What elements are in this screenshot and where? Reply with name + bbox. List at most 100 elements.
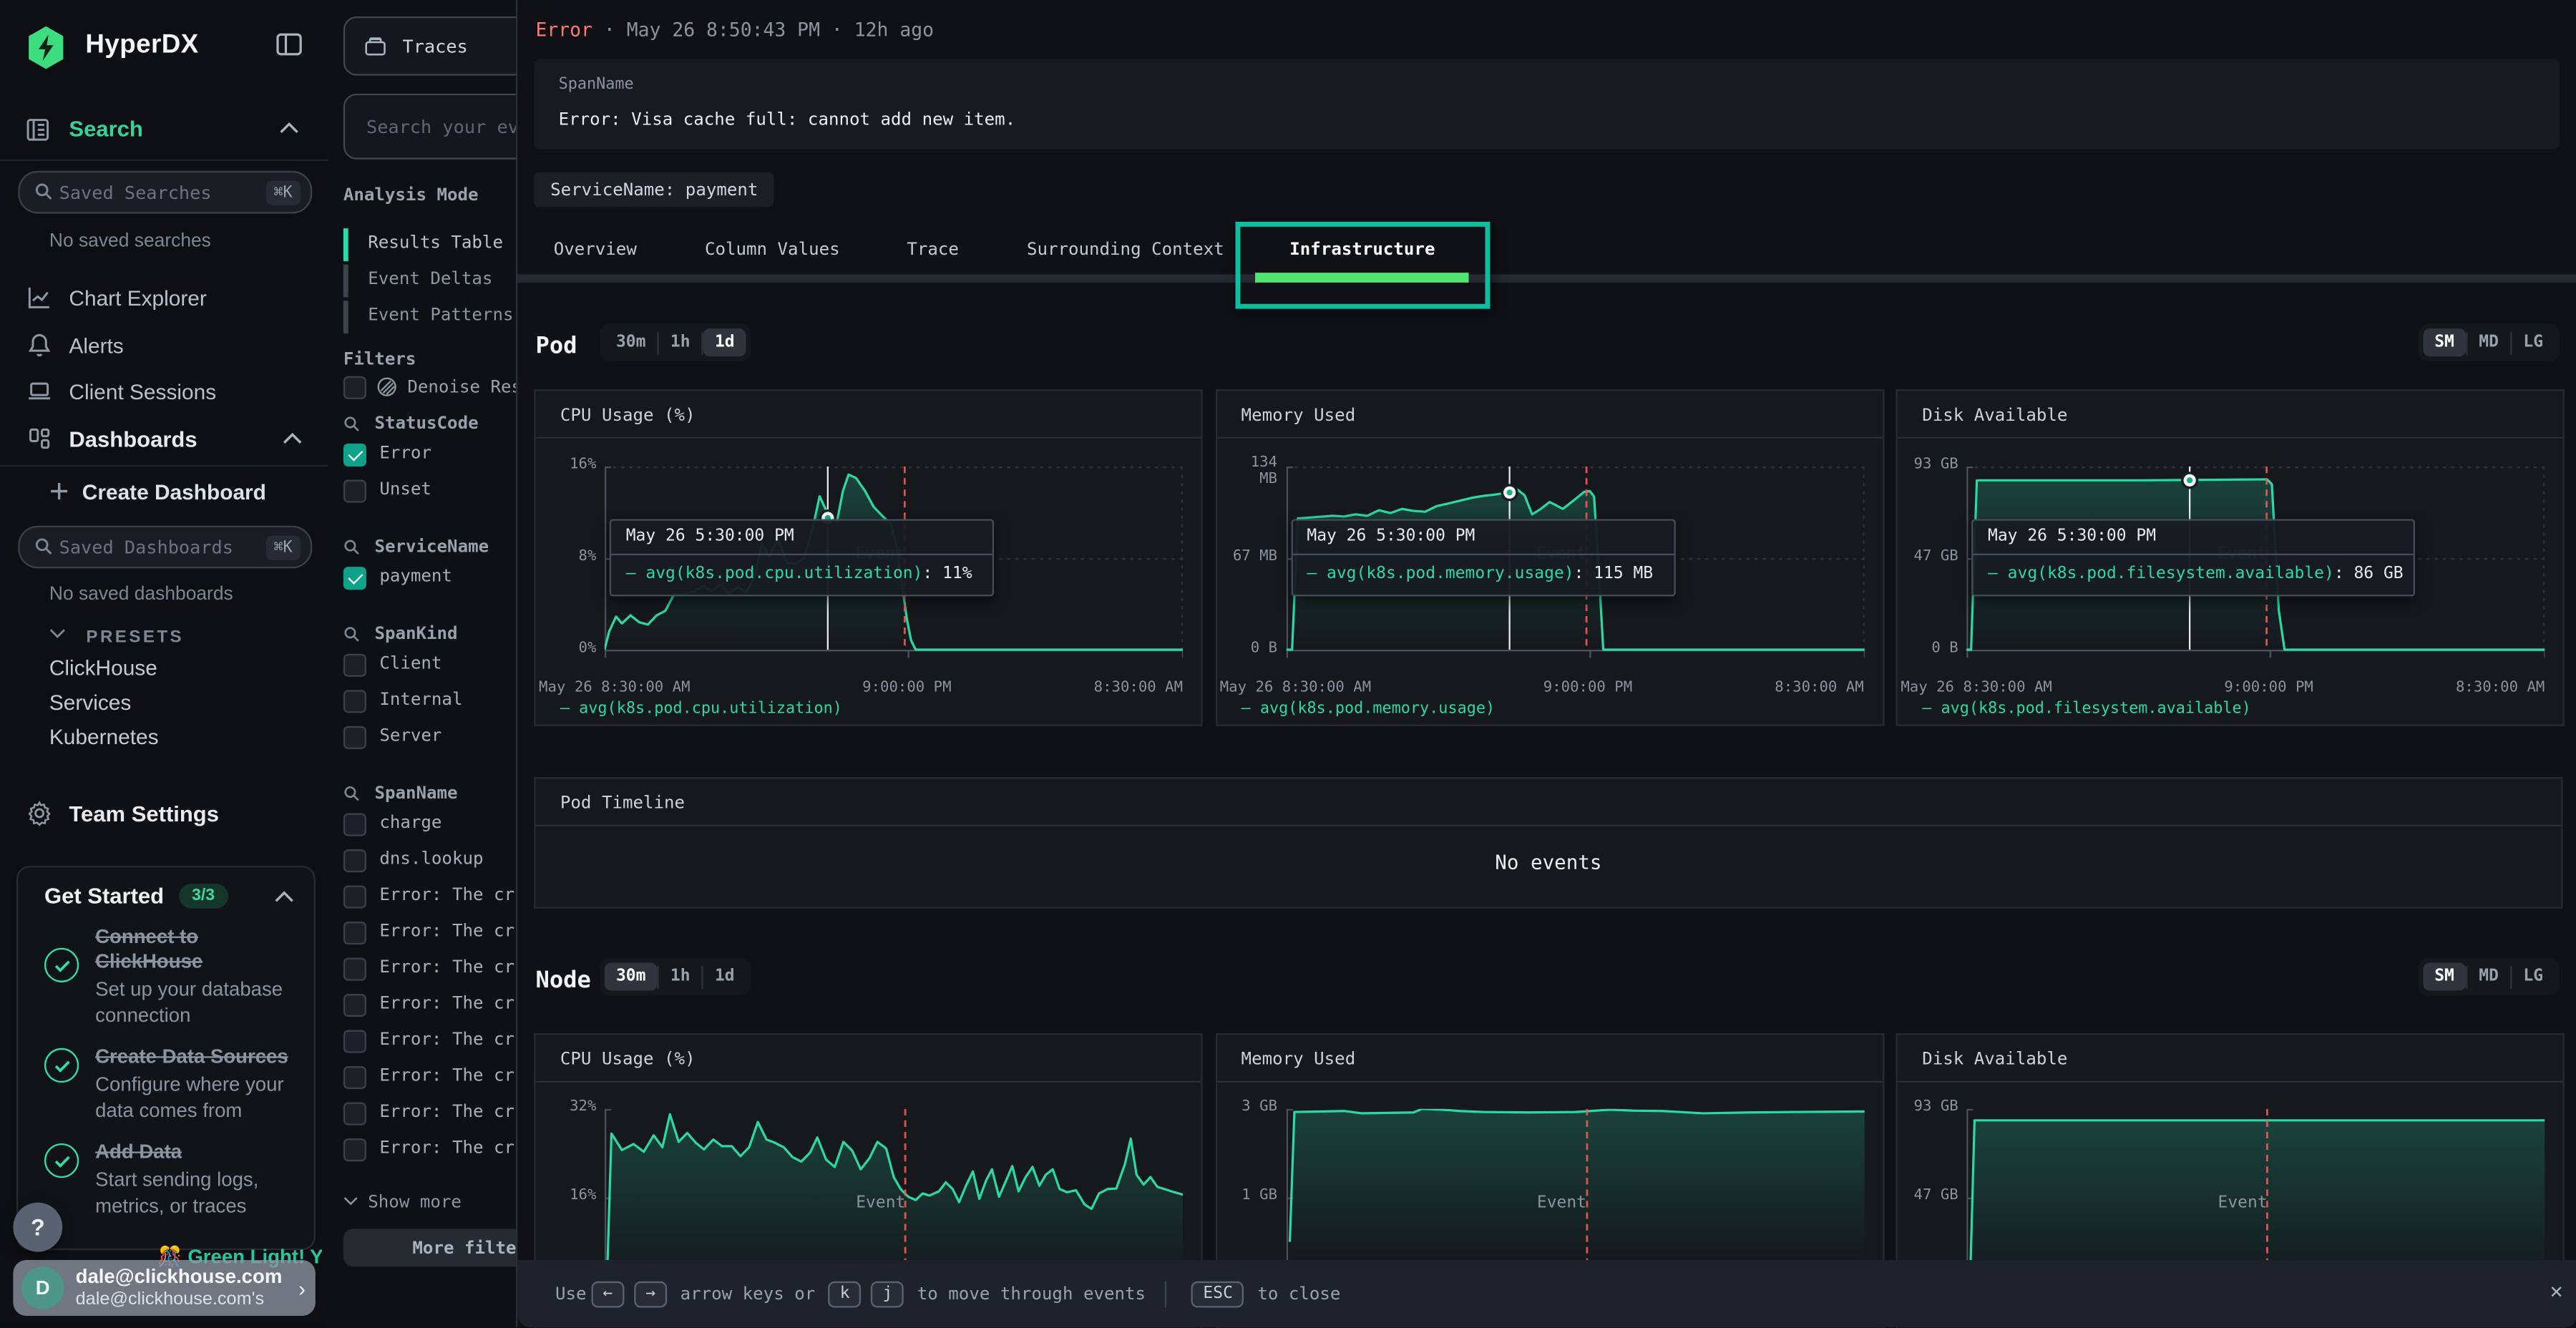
filter-checkbox-dns-lookup[interactable] [343, 849, 366, 872]
filter-checkbox-error-the-cr[interactable] [343, 885, 366, 908]
filter-option-label[interactable]: Error [379, 444, 431, 464]
filter-option-label[interactable]: Error: The cr [379, 994, 514, 1014]
trace-detail-drawer: Error · May 26 8:50:43 PM · 12h ago Span… [516, 0, 2576, 1327]
tab-surrounding-context[interactable]: Surrounding Context [1027, 240, 1224, 260]
analysis-mode-event-deltas[interactable]: Event Deltas [368, 270, 492, 290]
user-menu[interactable]: D dale@clickhouse.com dale@clickhouse.co… [13, 1260, 315, 1316]
filter-option-label[interactable]: Unset [379, 479, 431, 499]
pod-size-lg[interactable]: LG [2512, 328, 2555, 356]
filter-checkbox-client[interactable] [343, 654, 366, 677]
node-range-1h[interactable]: 1h [659, 962, 702, 990]
j-key: j [871, 1281, 904, 1307]
pod-size-sm[interactable]: SM [2423, 328, 2466, 356]
filter-option-label[interactable]: Error: The cr [379, 1066, 514, 1086]
service-name-chip[interactable]: ServiceName: payment [534, 172, 774, 207]
filter-option-label[interactable]: Internal [379, 690, 462, 710]
filter-checkbox-charge[interactable] [343, 813, 366, 836]
node-disk-plot[interactable] [1966, 1109, 2545, 1262]
k-key: k [829, 1281, 862, 1307]
node-range-1d[interactable]: 1d [703, 962, 746, 990]
sidebar-item-dashboards[interactable]: Dashboards [0, 419, 328, 458]
pod-range-30m[interactable]: 30m [605, 328, 658, 356]
node-size-md[interactable]: MD [2467, 962, 2510, 990]
filter-option-label[interactable]: Client [379, 654, 441, 674]
chart-title: Memory Used [1241, 406, 1356, 426]
filter-checkbox-error-the-cr[interactable] [343, 958, 366, 981]
get-started-item[interactable]: Create Data SourcesConfigure where your … [44, 1045, 291, 1125]
filter-group-header[interactable]: SpanKind [343, 624, 458, 644]
filter-checkbox-payment[interactable] [343, 567, 366, 590]
tab-trace[interactable]: Trace [907, 240, 959, 260]
denoise-checkbox[interactable] [343, 376, 366, 399]
node-cpu-plot[interactable] [605, 1109, 1183, 1262]
saved-dashboards-input[interactable]: Saved Dashboards ⌘K [18, 526, 312, 569]
node-size-lg[interactable]: LG [2512, 962, 2555, 990]
node-memory-plot[interactable] [1286, 1109, 1864, 1262]
preset-clickhouse[interactable]: ClickHouse [49, 655, 157, 680]
y-axis-tick: 16% [535, 1189, 596, 1206]
chevron-up-icon[interactable] [279, 122, 299, 135]
filter-group-header[interactable]: StatusCode [343, 414, 479, 434]
close-drawer-button[interactable]: ✕ [2550, 1280, 2563, 1304]
filter-checkbox-error-the-cr[interactable] [343, 922, 366, 944]
pod-range-1d[interactable]: 1d [703, 328, 746, 356]
no-saved-searches-text: No saved searches [49, 232, 211, 252]
filter-option-label[interactable]: Error: The cr [379, 1030, 514, 1050]
get-started-header[interactable]: Get Started 3/3 [44, 884, 314, 908]
filter-option-label[interactable]: Error: The cr [379, 1138, 514, 1158]
sidebar-item-search[interactable]: Search [69, 117, 142, 141]
node-size-sm[interactable]: SM [2423, 962, 2466, 990]
create-dashboard-button[interactable]: Create Dashboard [0, 478, 328, 504]
sidebar-item-chart-explorer[interactable]: Chart Explorer [0, 278, 328, 317]
trace-timestamp: May 26 8:50:43 PM [627, 18, 820, 41]
tab-overview[interactable]: Overview [554, 240, 637, 260]
collapse-sidebar-icon[interactable] [274, 29, 303, 59]
filter-option-label[interactable]: Error: The cr [379, 922, 514, 942]
filter-option-label[interactable]: Error: The cr [379, 958, 514, 978]
pod-range-1h[interactable]: 1h [659, 328, 702, 356]
analysis-mode-event-patterns[interactable]: Event Patterns [368, 306, 513, 326]
sidebar-item-team-settings[interactable]: Team Settings [0, 794, 328, 833]
pod-section-title: Pod [535, 333, 577, 360]
filter-checkbox-error-the-cr[interactable] [343, 1030, 366, 1053]
filter-checkbox-error-the-cr[interactable] [343, 1103, 366, 1126]
filter-option-label[interactable]: dns.lookup [379, 849, 483, 869]
preset-services[interactable]: Services [49, 690, 131, 714]
sidebar-item-label: Dashboards [69, 426, 197, 451]
analysis-mode-results-table[interactable]: Results Table [368, 233, 503, 253]
presets-toggle[interactable]: PRESETS [49, 621, 184, 650]
filter-option-label[interactable]: payment [379, 567, 452, 587]
filter-checkbox-unset[interactable] [343, 479, 366, 502]
filter-option-label[interactable]: Error: The cr [379, 1103, 514, 1123]
check-circle-icon [44, 948, 79, 982]
filter-checkbox-error-the-cr[interactable] [343, 1066, 366, 1089]
get-started-item[interactable]: Add DataStart sending logs, metrics, or … [44, 1141, 291, 1220]
pod-size-md[interactable]: MD [2467, 328, 2510, 356]
search-icon [343, 626, 360, 643]
filter-group-header[interactable]: SpanName [343, 783, 458, 804]
node-range-30m[interactable]: 30m [605, 962, 658, 990]
filter-checkbox-internal[interactable] [343, 690, 366, 713]
filter-option-label[interactable]: Server [379, 726, 441, 746]
filter-checkbox-error[interactable] [343, 444, 366, 467]
status-badge: Error [535, 18, 592, 41]
filter-group-header[interactable]: ServiceName [343, 537, 489, 557]
help-button[interactable]: ? [13, 1203, 62, 1252]
more-filters-button[interactable]: More filters [343, 1229, 516, 1266]
filter-checkbox-error-the-cr[interactable] [343, 1138, 366, 1161]
filter-checkbox-server[interactable] [343, 726, 366, 749]
filter-option-label[interactable]: Error: The cr [379, 885, 514, 905]
filter-checkbox-error-the-cr[interactable] [343, 994, 366, 1017]
chart-title: Disk Available [1922, 1050, 2067, 1070]
filter-option-label[interactable]: charge [379, 813, 441, 833]
event-search-input[interactable]: Search your events w [343, 94, 516, 160]
sidebar-item-client-sessions[interactable]: Client Sessions [0, 371, 328, 411]
tab-column-values[interactable]: Column Values [705, 240, 840, 260]
preset-kubernetes[interactable]: Kubernetes [49, 724, 159, 748]
saved-searches-input[interactable]: Saved Searches ⌘K [18, 171, 312, 214]
pod-disk-chart-card: Disk Available93 GB47 GB0 BEventMay 26 5… [1896, 389, 2564, 726]
source-select[interactable]: Traces [343, 16, 516, 76]
sidebar-item-alerts[interactable]: Alerts [0, 326, 328, 365]
get-started-item[interactable]: Connect to ClickHouseSet up your databas… [44, 925, 291, 1029]
show-more-button[interactable]: Show more [343, 1193, 462, 1213]
